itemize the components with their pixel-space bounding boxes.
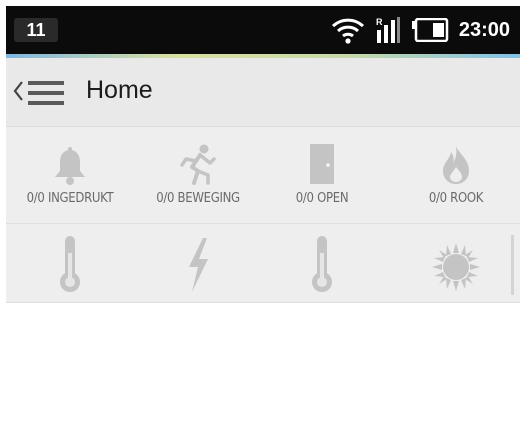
svg-text:R: R — [376, 17, 383, 27]
signal-icon: R — [375, 16, 401, 44]
bell-icon — [6, 141, 134, 185]
status-icons: R 23:00 — [331, 14, 510, 46]
tile-temperature-1[interactable] — [6, 233, 134, 293]
tile-sun[interactable] — [392, 233, 520, 293]
tile-ingedrukt[interactable]: 0/0 INGEDRUKT — [6, 141, 134, 206]
battery-icon — [411, 18, 449, 42]
up-caret-icon[interactable] — [12, 79, 24, 107]
action-bar: Home — [6, 58, 520, 127]
scroll-edge — [511, 235, 514, 295]
running-person-icon — [134, 141, 262, 185]
tile-energy[interactable] — [134, 233, 262, 293]
sun-icon — [392, 233, 520, 293]
tile-label: 0/0 INGEDRUKT — [26, 191, 114, 206]
tile-open[interactable]: 0/0 OPEN — [258, 141, 386, 206]
tile-label: 0/0 BEWEGING — [156, 191, 240, 206]
sensor-grid: 0/0 INGEDRUKT 0/0 BEWEGING 0/0 OPEN 0/0 … — [6, 127, 520, 303]
tile-label: 0/0 OPEN — [295, 191, 349, 206]
status-clock: 23:00 — [458, 18, 510, 41]
lightning-icon — [134, 233, 262, 293]
status-bar: 11 R 23:00 — [6, 6, 520, 54]
thermometer-icon — [258, 233, 386, 293]
door-icon — [258, 141, 386, 185]
thermometer-icon — [6, 233, 134, 293]
tile-temperature-2[interactable] — [258, 233, 386, 293]
content-area — [6, 303, 520, 442]
flame-icon — [392, 141, 520, 185]
hamburger-menu-icon[interactable] — [28, 80, 64, 110]
wifi-icon — [331, 16, 365, 44]
tile-rook[interactable]: 0/0 ROOK — [392, 141, 520, 206]
app-screen: 11 R 23:00 Home 0/0 INGEDRUKT 0/0 BEWEGI… — [6, 6, 520, 442]
notification-badge[interactable]: 11 — [14, 18, 58, 42]
tile-label: 0/0 ROOK — [428, 191, 484, 206]
row-divider — [6, 223, 520, 224]
tile-beweging[interactable]: 0/0 BEWEGING — [134, 141, 262, 206]
page-title: Home — [86, 76, 153, 104]
